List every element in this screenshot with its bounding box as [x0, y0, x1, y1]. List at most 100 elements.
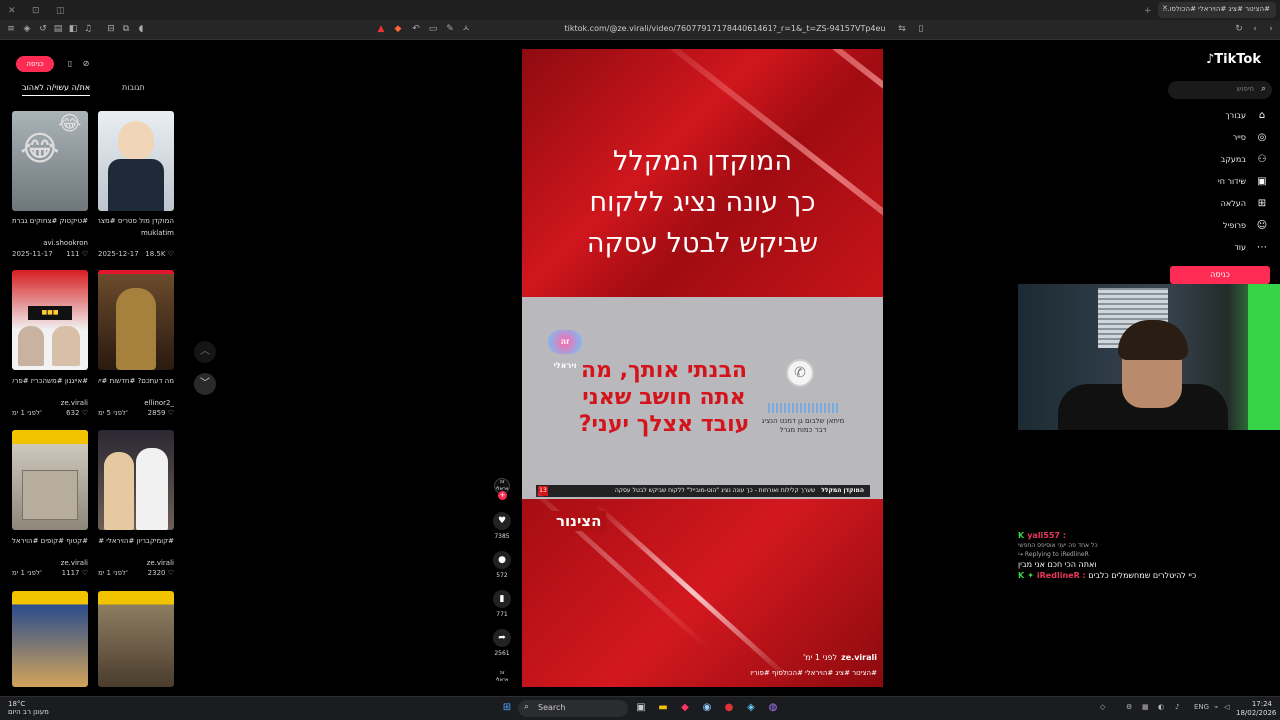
tab-comments[interactable]: תגובות	[122, 83, 145, 92]
video-thumbnail[interactable]	[98, 111, 174, 211]
save-button[interactable]: ▮ 771	[492, 590, 512, 618]
share-button[interactable]: ➦ 2561	[492, 629, 512, 657]
new-tab-icon[interactable]: +	[1144, 6, 1152, 16]
video-thumbnail[interactable]: 😂 😂	[12, 111, 88, 211]
split-view-icon[interactable]: ◧	[68, 24, 78, 34]
video-player[interactable]: המוקדן המקלל כך עונה נציג ללקוח שביקש לב…	[522, 49, 883, 687]
task-view-icon[interactable]: ▣	[634, 701, 648, 715]
next-video-button[interactable]: ﹀	[194, 373, 216, 395]
nav-item-more[interactable]: עוד ⋯	[1178, 240, 1268, 256]
messenger-icon[interactable]: ◍	[766, 701, 780, 715]
tab-you-may-like[interactable]: את/ה עשוי/ה לאהוב	[22, 83, 91, 96]
login-button[interactable]: כניסה	[1170, 266, 1270, 284]
tune-icon[interactable]: ⇆	[897, 24, 907, 34]
forward-icon[interactable]: ›	[1266, 24, 1276, 34]
app-icon[interactable]: ◈	[744, 701, 758, 715]
menu-icon[interactable]: ≡	[6, 24, 16, 34]
translate-icon[interactable]: ㅅ	[461, 24, 471, 34]
video-thumbnail[interactable]	[12, 430, 88, 530]
video-caption[interactable]: המוקדן מול סטריס #מצחיק #מוקלטים...	[98, 216, 174, 226]
history-icon[interactable]: ↺	[38, 24, 48, 34]
language-indicator[interactable]: ENG	[1194, 703, 1209, 711]
brave-icon[interactable]: ◆	[678, 701, 692, 715]
nav-item-upload[interactable]: העלאה ⊞	[1178, 196, 1268, 212]
browser-toolbar: ≡ ◈ ↺ ▤ ◧ ♫ ⊟ ⧉ ◖ ▲ ◆ ↶ ▭ ✎ ㅅ tiktok.com…	[0, 20, 1280, 40]
video-caption[interactable]: #קומיקבריון #הויראלי #הריין...	[98, 536, 174, 546]
file-explorer-icon[interactable]: ▬	[656, 701, 670, 715]
comment-button[interactable]: ● 572	[492, 551, 512, 579]
music-icon[interactable]: ♫	[83, 24, 93, 34]
nav-item-for-you[interactable]: עבורך ⌂	[1178, 108, 1268, 124]
nav-item-live[interactable]: שידור חי ▣	[1178, 174, 1268, 190]
news-ticker: המוקדן המקלל שערך קלילות ואורחות - כך עונ…	[536, 485, 870, 497]
back-icon[interactable]: ‹	[1250, 24, 1260, 34]
video-thumbnail[interactable]	[98, 430, 174, 530]
audio-icon[interactable]: ◖	[136, 24, 146, 34]
follow-button[interactable]: +	[498, 491, 507, 500]
address-bar[interactable]: tiktok.com/@ze.virali/video/760779171784…	[560, 24, 890, 33]
video-author[interactable]: _ellinor2	[98, 398, 174, 408]
pip-icon[interactable]: ▭	[428, 24, 438, 34]
video-thumbnail[interactable]	[98, 591, 174, 687]
network-icon[interactable]: ⌁	[1214, 703, 1218, 711]
sidebar-toggle-icon[interactable]: ◫	[56, 6, 65, 16]
video-author[interactable]: avi.shookron	[12, 238, 88, 248]
video-author[interactable]: ze.virali	[98, 558, 174, 568]
weather-widget[interactable]: 18°C מעונן רב היום	[8, 700, 49, 716]
settings-icon[interactable]: ⊘	[81, 59, 91, 69]
video-caption[interactable]: #אייגנון #משהכריז #פרשטמפדרום...	[12, 376, 88, 386]
video-caption[interactable]: #קטוף #קופים #הויראלי #אסטרוא...	[12, 536, 88, 546]
tray-icon[interactable]: ▦	[1142, 703, 1149, 711]
search-icon[interactable]: ⌕	[1261, 84, 1266, 94]
warning-icon[interactable]: ▲	[376, 24, 386, 34]
tiktok-logo-text: TikTok	[1214, 52, 1261, 67]
tiktok-logo[interactable]: ♪TikTok	[1206, 52, 1261, 67]
video-caption[interactable]: #טיקטוק #צחוקים גברת...לא צריך סימו...	[12, 216, 88, 226]
app-icon[interactable]: ●	[722, 701, 736, 715]
browser-tab[interactable]: ✕ #הצינור #ציג #הויראלי #הכולסו...	[1158, 2, 1276, 18]
tray-icon[interactable]: ◇	[1100, 703, 1105, 711]
like-button[interactable]: ♥ 7385	[492, 512, 512, 540]
nav-item-profile[interactable]: פרופיל ☺	[1178, 218, 1268, 234]
brave-shield-icon[interactable]: ◆	[393, 24, 403, 34]
audio-wave	[768, 403, 838, 413]
video-author[interactable]: muklatim	[98, 228, 174, 238]
windows-start-icon[interactable]: ⊞	[500, 701, 514, 715]
video-thumbnail[interactable]	[12, 591, 88, 687]
video-author[interactable]: ze.virali	[12, 558, 88, 568]
extension-icon[interactable]: ⧉	[121, 24, 131, 34]
search-label: Search	[538, 703, 566, 712]
pin-icon[interactable]: ⊡	[32, 6, 40, 16]
video-thumbnail[interactable]	[98, 270, 174, 370]
undo-icon[interactable]: ↶	[411, 24, 421, 34]
video-author[interactable]: ze.virali	[12, 398, 88, 408]
close-window-icon[interactable]: ✕	[8, 6, 16, 16]
video-tags[interactable]: #הצינור #ציג #הויראלי #הכולסוף #פוריו	[750, 669, 877, 677]
steam-icon[interactable]: ◉	[700, 701, 714, 715]
video-author[interactable]: ze.virali	[841, 653, 877, 662]
screenshot-icon[interactable]: ⊟	[106, 24, 116, 34]
pen-icon[interactable]: ✎	[445, 24, 455, 34]
clock[interactable]: 17:24 18/02/2026	[1236, 700, 1276, 718]
taskbar-search[interactable]: ⌕ Search	[518, 700, 628, 717]
mobile-icon[interactable]: ▯	[65, 59, 75, 69]
nav-label: העלאה	[1220, 199, 1246, 208]
shield-icon[interactable]: ◈	[22, 24, 32, 34]
volume-icon[interactable]: ◁	[1224, 703, 1229, 711]
nav-item-following[interactable]: במעקב ⚇	[1178, 152, 1268, 168]
left-login-button[interactable]: כניסה	[16, 56, 54, 72]
microphone-icon[interactable]: ♪	[1175, 703, 1179, 711]
tray-icon[interactable]: ⚙	[1126, 703, 1132, 711]
bookmark-icon[interactable]: ▯	[916, 24, 926, 34]
video-thumbnail[interactable]: ■■■	[12, 270, 88, 370]
nav-item-explore[interactable]: סייר ◎	[1178, 130, 1268, 146]
previous-video-button[interactable]: ︿	[194, 341, 216, 363]
tray-icon[interactable]: ◐	[1158, 703, 1164, 711]
search-input[interactable]: חיפוש ⌕	[1168, 81, 1272, 99]
tabs-icon[interactable]: ▤	[53, 24, 63, 34]
video-caption[interactable]: מה דעתכם? #חדשות #ישראל #foryou...	[98, 376, 174, 386]
reload-icon[interactable]: ↻	[1234, 24, 1244, 34]
sound-avatar[interactable]: זה ויראלי	[494, 670, 510, 684]
share-icon: ➦	[493, 629, 511, 647]
tab-close-icon[interactable]: ✕	[1162, 4, 1168, 12]
